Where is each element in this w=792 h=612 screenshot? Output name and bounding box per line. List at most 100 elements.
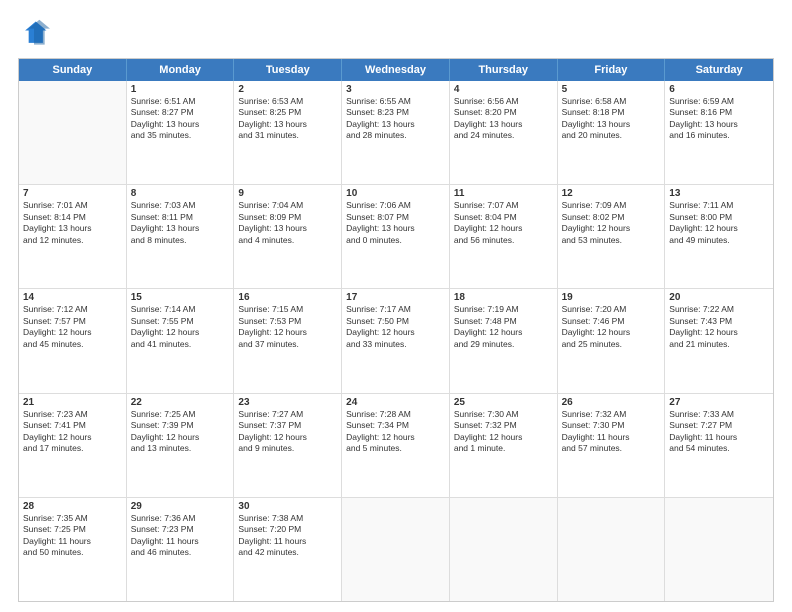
cell-info-line: Sunrise: 7:07 AM bbox=[454, 200, 553, 211]
cell-info-line: and 12 minutes. bbox=[23, 235, 122, 246]
calendar-cell-0-0 bbox=[19, 81, 127, 184]
cell-info-line: and 0 minutes. bbox=[346, 235, 445, 246]
cell-info-line: Daylight: 13 hours bbox=[454, 119, 553, 130]
cell-info-line: Sunrise: 7:23 AM bbox=[23, 409, 122, 420]
day-number: 22 bbox=[131, 397, 230, 408]
cell-info-line: Sunrise: 7:38 AM bbox=[238, 513, 337, 524]
cell-info-line: Sunrise: 7:03 AM bbox=[131, 200, 230, 211]
cell-info-line: Sunrise: 6:58 AM bbox=[562, 96, 661, 107]
cell-info-line: and 8 minutes. bbox=[131, 235, 230, 246]
cell-info-line: Sunrise: 6:51 AM bbox=[131, 96, 230, 107]
cell-info-line: Sunrise: 7:20 AM bbox=[562, 304, 661, 315]
day-number: 21 bbox=[23, 397, 122, 408]
cell-info-line: Sunset: 7:30 PM bbox=[562, 420, 661, 431]
calendar-cell-4-5 bbox=[558, 498, 666, 601]
cell-info-line: and 42 minutes. bbox=[238, 547, 337, 558]
cell-info-line: Sunset: 7:55 PM bbox=[131, 316, 230, 327]
cell-info-line: and 9 minutes. bbox=[238, 443, 337, 454]
cell-info-line: Sunset: 8:16 PM bbox=[669, 107, 769, 118]
cell-info-line: Sunrise: 7:25 AM bbox=[131, 409, 230, 420]
cell-info-line: Sunset: 7:46 PM bbox=[562, 316, 661, 327]
cell-info-line: Sunset: 7:57 PM bbox=[23, 316, 122, 327]
calendar-cell-0-3: 3Sunrise: 6:55 AMSunset: 8:23 PMDaylight… bbox=[342, 81, 450, 184]
cell-info-line: Daylight: 12 hours bbox=[131, 327, 230, 338]
cell-info-line: Sunset: 8:27 PM bbox=[131, 107, 230, 118]
day-number: 27 bbox=[669, 397, 769, 408]
cell-info-line: and 17 minutes. bbox=[23, 443, 122, 454]
cell-info-line: Sunrise: 7:30 AM bbox=[454, 409, 553, 420]
day-header-sunday: Sunday bbox=[19, 59, 127, 81]
calendar-cell-0-1: 1Sunrise: 6:51 AMSunset: 8:27 PMDaylight… bbox=[127, 81, 235, 184]
calendar-row-1: 7Sunrise: 7:01 AMSunset: 8:14 PMDaylight… bbox=[19, 185, 773, 289]
cell-info-line: Daylight: 12 hours bbox=[238, 327, 337, 338]
calendar-row-4: 28Sunrise: 7:35 AMSunset: 7:25 PMDayligh… bbox=[19, 498, 773, 601]
calendar-cell-4-2: 30Sunrise: 7:38 AMSunset: 7:20 PMDayligh… bbox=[234, 498, 342, 601]
cell-info-line: and 46 minutes. bbox=[131, 547, 230, 558]
cell-info-line: Sunset: 7:32 PM bbox=[454, 420, 553, 431]
cell-info-line: Sunrise: 7:28 AM bbox=[346, 409, 445, 420]
cell-info-line: and 4 minutes. bbox=[238, 235, 337, 246]
day-header-friday: Friday bbox=[558, 59, 666, 81]
cell-info-line: Sunset: 7:25 PM bbox=[23, 524, 122, 535]
cell-info-line: Sunset: 8:14 PM bbox=[23, 212, 122, 223]
cell-info-line: Sunset: 7:37 PM bbox=[238, 420, 337, 431]
cell-info-line: and 41 minutes. bbox=[131, 339, 230, 350]
cell-info-line: Sunset: 7:23 PM bbox=[131, 524, 230, 535]
day-number: 4 bbox=[454, 84, 553, 95]
day-number: 13 bbox=[669, 188, 769, 199]
cell-info-line: Daylight: 11 hours bbox=[238, 536, 337, 547]
calendar-cell-0-2: 2Sunrise: 6:53 AMSunset: 8:25 PMDaylight… bbox=[234, 81, 342, 184]
calendar-cell-2-3: 17Sunrise: 7:17 AMSunset: 7:50 PMDayligh… bbox=[342, 289, 450, 392]
cell-info-line: Sunrise: 7:27 AM bbox=[238, 409, 337, 420]
cell-info-line: Daylight: 13 hours bbox=[23, 223, 122, 234]
day-number: 30 bbox=[238, 501, 337, 512]
day-number: 25 bbox=[454, 397, 553, 408]
day-number: 24 bbox=[346, 397, 445, 408]
calendar-header: SundayMondayTuesdayWednesdayThursdayFrid… bbox=[19, 59, 773, 81]
day-number: 16 bbox=[238, 292, 337, 303]
calendar-cell-3-2: 23Sunrise: 7:27 AMSunset: 7:37 PMDayligh… bbox=[234, 394, 342, 497]
cell-info-line: Sunset: 7:43 PM bbox=[669, 316, 769, 327]
day-number: 8 bbox=[131, 188, 230, 199]
calendar-row-3: 21Sunrise: 7:23 AMSunset: 7:41 PMDayligh… bbox=[19, 394, 773, 498]
day-number: 5 bbox=[562, 84, 661, 95]
calendar-row-2: 14Sunrise: 7:12 AMSunset: 7:57 PMDayligh… bbox=[19, 289, 773, 393]
cell-info-line: Sunset: 8:11 PM bbox=[131, 212, 230, 223]
calendar-cell-1-4: 11Sunrise: 7:07 AMSunset: 8:04 PMDayligh… bbox=[450, 185, 558, 288]
cell-info-line: Sunrise: 7:22 AM bbox=[669, 304, 769, 315]
day-header-monday: Monday bbox=[127, 59, 235, 81]
calendar-cell-4-1: 29Sunrise: 7:36 AMSunset: 7:23 PMDayligh… bbox=[127, 498, 235, 601]
cell-info-line: Daylight: 12 hours bbox=[669, 223, 769, 234]
cell-info-line: Sunrise: 7:01 AM bbox=[23, 200, 122, 211]
cell-info-line: Daylight: 13 hours bbox=[346, 223, 445, 234]
day-number: 29 bbox=[131, 501, 230, 512]
cell-info-line: Daylight: 12 hours bbox=[562, 223, 661, 234]
cell-info-line: Sunrise: 7:14 AM bbox=[131, 304, 230, 315]
cell-info-line: Sunset: 8:00 PM bbox=[669, 212, 769, 223]
cell-info-line: Sunset: 8:02 PM bbox=[562, 212, 661, 223]
cell-info-line: Sunrise: 6:53 AM bbox=[238, 96, 337, 107]
day-number: 1 bbox=[131, 84, 230, 95]
cell-info-line: Daylight: 11 hours bbox=[23, 536, 122, 547]
cell-info-line: and 29 minutes. bbox=[454, 339, 553, 350]
cell-info-line: and 16 minutes. bbox=[669, 130, 769, 141]
calendar-cell-2-5: 19Sunrise: 7:20 AMSunset: 7:46 PMDayligh… bbox=[558, 289, 666, 392]
calendar-cell-2-4: 18Sunrise: 7:19 AMSunset: 7:48 PMDayligh… bbox=[450, 289, 558, 392]
cell-info-line: and 50 minutes. bbox=[23, 547, 122, 558]
calendar-cell-1-5: 12Sunrise: 7:09 AMSunset: 8:02 PMDayligh… bbox=[558, 185, 666, 288]
cell-info-line: and 28 minutes. bbox=[346, 130, 445, 141]
cell-info-line: Daylight: 13 hours bbox=[669, 119, 769, 130]
calendar-cell-3-1: 22Sunrise: 7:25 AMSunset: 7:39 PMDayligh… bbox=[127, 394, 235, 497]
calendar-cell-1-0: 7Sunrise: 7:01 AMSunset: 8:14 PMDaylight… bbox=[19, 185, 127, 288]
cell-info-line: and 13 minutes. bbox=[131, 443, 230, 454]
day-number: 19 bbox=[562, 292, 661, 303]
day-header-saturday: Saturday bbox=[665, 59, 773, 81]
calendar-cell-2-1: 15Sunrise: 7:14 AMSunset: 7:55 PMDayligh… bbox=[127, 289, 235, 392]
cell-info-line: Sunrise: 7:33 AM bbox=[669, 409, 769, 420]
cell-info-line: Daylight: 12 hours bbox=[238, 432, 337, 443]
calendar-cell-0-5: 5Sunrise: 6:58 AMSunset: 8:18 PMDaylight… bbox=[558, 81, 666, 184]
day-number: 2 bbox=[238, 84, 337, 95]
day-number: 7 bbox=[23, 188, 122, 199]
calendar-cell-4-3 bbox=[342, 498, 450, 601]
cell-info-line: and 45 minutes. bbox=[23, 339, 122, 350]
